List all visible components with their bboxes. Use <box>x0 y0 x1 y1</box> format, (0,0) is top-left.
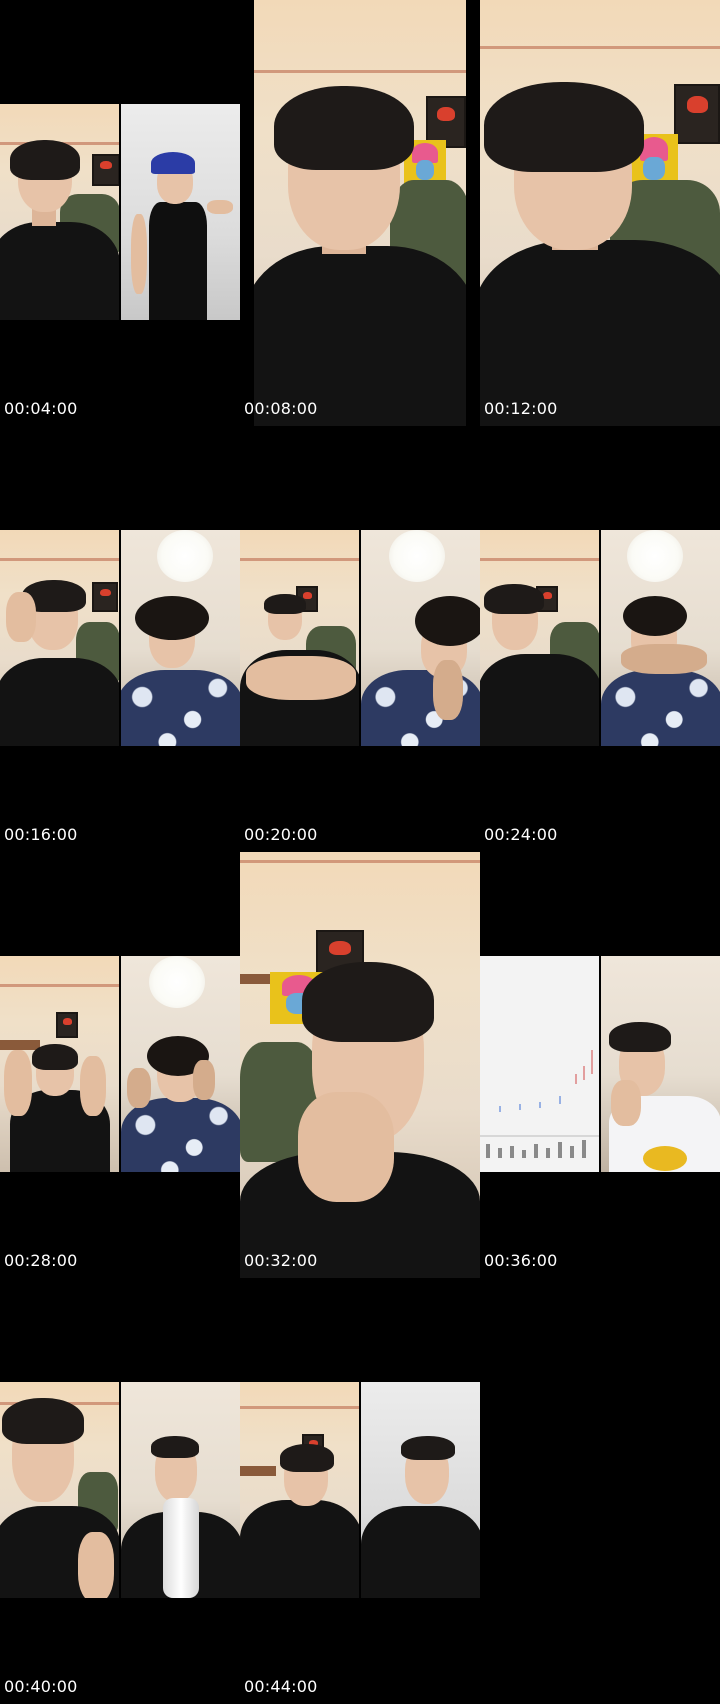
host-pane <box>480 530 599 746</box>
video-frame <box>0 104 240 320</box>
timestamp-label: 00:40:00 <box>4 1677 78 1696</box>
host-pane <box>0 956 119 1172</box>
video-frame <box>0 530 240 746</box>
guest-pane <box>121 956 240 1172</box>
guest-pane <box>361 1382 480 1598</box>
timestamp-label: 00:04:00 <box>4 399 78 418</box>
video-frame <box>480 956 720 1172</box>
timestamp-label: 00:12:00 <box>484 399 558 418</box>
ceiling-lamp-icon <box>627 530 683 582</box>
thumbnail-4[interactable]: 00:16:00 <box>0 426 240 852</box>
timestamp-label: 00:08:00 <box>244 399 318 418</box>
ceiling-lamp-icon <box>149 956 205 1008</box>
thumbnail-7[interactable]: 00:28:00 <box>0 852 240 1278</box>
timestamp-label: 00:24:00 <box>484 825 558 844</box>
host-pane <box>240 1382 359 1598</box>
thumbnail-5[interactable]: 00:20:00 <box>240 426 480 852</box>
thumbnail-3[interactable]: 00:12:00 <box>480 0 720 426</box>
ceiling-lamp-icon <box>389 530 445 582</box>
host-pane <box>0 530 119 746</box>
guest-pane <box>121 104 240 320</box>
host-pane <box>0 104 119 320</box>
video-frame <box>0 1382 240 1598</box>
thumbnail-6[interactable]: 00:24:00 <box>480 426 720 852</box>
timestamp-label: 00:44:00 <box>244 1677 318 1696</box>
thumbnail-8[interactable]: 00:32:00 <box>240 852 480 1278</box>
thumbnail-10[interactable]: 00:40:00 <box>0 1278 240 1704</box>
thumbnail-9[interactable]: 00:36:00 <box>480 852 720 1278</box>
timestamp-label: 00:32:00 <box>244 1251 318 1270</box>
video-frame <box>254 0 466 426</box>
guest-pane <box>121 1382 240 1598</box>
guest-pane <box>361 530 480 746</box>
timestamp-label: 00:36:00 <box>484 1251 558 1270</box>
guest-pane <box>121 530 240 746</box>
timestamp-label: 00:28:00 <box>4 1251 78 1270</box>
thumbnail-2[interactable]: 00:08:00 <box>240 0 480 426</box>
host-pane <box>0 1382 119 1598</box>
timestamp-label: 00:20:00 <box>244 825 318 844</box>
guest-pane <box>601 956 720 1172</box>
thumbnail-11[interactable]: 00:44:00 <box>240 1278 480 1704</box>
guest-pane <box>601 530 720 746</box>
video-frame <box>240 852 480 1278</box>
video-frame <box>240 530 480 746</box>
video-frame <box>0 956 240 1172</box>
stock-chart-icon <box>480 1050 599 1158</box>
ceiling-lamp-icon <box>157 530 213 582</box>
stock-chart-pane <box>480 956 599 1172</box>
timestamp-label: 00:16:00 <box>4 825 78 844</box>
thumbnail-1[interactable]: 00:04:00 <box>0 0 240 426</box>
video-frame <box>480 0 720 426</box>
video-frame <box>240 1382 480 1598</box>
host-pane <box>240 530 359 746</box>
video-frame <box>480 530 720 746</box>
